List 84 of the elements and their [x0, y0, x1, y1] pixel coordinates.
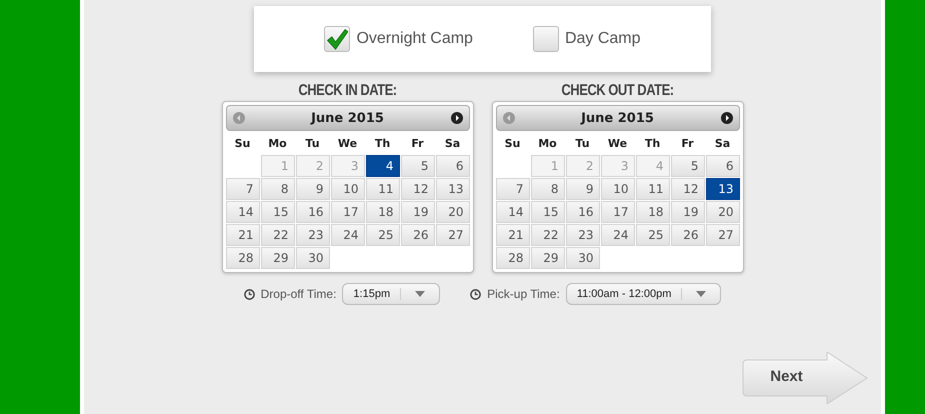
weekday-label: We	[606, 136, 628, 152]
next-month-icon[interactable]	[450, 112, 462, 124]
calendar-day[interactable]: 9	[296, 178, 330, 200]
calendar-day[interactable]: 28	[226, 247, 260, 269]
calendar-day[interactable]: 5	[400, 155, 434, 177]
calendar-day[interactable]: 14	[496, 201, 530, 223]
calendar-day[interactable]: 8	[530, 178, 564, 200]
calendar-day[interactable]: 13	[706, 178, 740, 200]
calendar-day[interactable]: 10	[600, 178, 634, 200]
time-label: Pick-up Time:	[487, 287, 560, 301]
calendar-day[interactable]: 13	[436, 178, 470, 200]
time-select[interactable]: 11:00am - 12:00pm	[566, 283, 722, 305]
calendar-day[interactable]: 18	[366, 201, 400, 223]
calendar-day[interactable]: 26	[670, 224, 704, 246]
month-title: June 2015	[581, 110, 654, 126]
weekday-label: Mo	[537, 136, 558, 152]
checkbox[interactable]	[532, 26, 559, 52]
calendar-day[interactable]: 19	[400, 201, 434, 223]
calendar-day[interactable]: 22	[260, 224, 294, 246]
calendar-day[interactable]: 29	[530, 247, 564, 269]
calendar-day[interactable]: 23	[566, 224, 600, 246]
calendar-day[interactable]: 20	[706, 201, 740, 223]
calendar-day[interactable]: 18	[636, 201, 670, 223]
weekday-label: Fr	[680, 136, 695, 152]
month-title: June 2015	[311, 110, 384, 126]
calendar-day[interactable]: 19	[670, 201, 704, 223]
weekday-label: Mo	[267, 136, 288, 152]
weekday-label: Fr	[410, 136, 425, 152]
calendar-day[interactable]: 16	[296, 201, 330, 223]
calendar-day[interactable]: 26	[400, 224, 434, 246]
weekday-label: Tu	[574, 136, 591, 152]
calendar-day[interactable]: 12	[400, 178, 434, 200]
weekday-label: Su	[234, 136, 252, 152]
weekday-label: Sa	[714, 136, 732, 152]
calendar-day[interactable]: 12	[670, 178, 704, 200]
calendar-day[interactable]: 4	[366, 155, 400, 177]
calendar-day[interactable]: 6	[436, 155, 470, 177]
calendar-day[interactable]: 10	[330, 178, 364, 200]
calendar-day[interactable]: 8	[260, 178, 294, 200]
next-month-icon[interactable]	[720, 112, 732, 124]
time-label: Drop-off Time:	[260, 287, 336, 301]
date-label: CHECK IN DATE:	[298, 80, 397, 98]
calendar-day[interactable]: 24	[330, 224, 364, 246]
calendar-day[interactable]: 25	[366, 224, 400, 246]
time-select[interactable]: 1:15pm	[342, 283, 440, 305]
calendar-day[interactable]: 21	[496, 224, 530, 246]
clock-icon	[244, 288, 255, 300]
calendar-day[interactable]: 27	[436, 224, 470, 246]
weekday-label: Th	[374, 136, 392, 152]
calendar-day[interactable]: 17	[600, 201, 634, 223]
calendar-day[interactable]: 15	[260, 201, 294, 223]
calendar-day[interactable]: 9	[566, 178, 600, 200]
calendar-day[interactable]: 7	[226, 178, 260, 200]
calendar-day[interactable]: 5	[670, 155, 704, 177]
clock-icon	[470, 288, 482, 300]
calendar-day[interactable]: 30	[566, 247, 600, 269]
calendar-day[interactable]: 7	[496, 178, 530, 200]
checkbox-label: Day Camp	[564, 30, 641, 48]
calendar-day[interactable]: 21	[226, 224, 260, 246]
calendar-day[interactable]: 29	[260, 247, 294, 269]
calendar-day[interactable]: 27	[706, 224, 740, 246]
weekday-label: Th	[644, 136, 662, 152]
checkbox-label: Overnight Camp	[356, 30, 473, 48]
calendar-day[interactable]: 14	[226, 201, 260, 223]
calendar-day[interactable]: 22	[530, 224, 564, 246]
calendar-day[interactable]: 20	[436, 201, 470, 223]
checkbox[interactable]	[324, 26, 350, 52]
checkmark-icon	[326, 28, 348, 50]
calendar-day[interactable]: 25	[636, 224, 670, 246]
calendar-day[interactable]: 6	[706, 155, 740, 177]
weekday-label: Tu	[304, 136, 321, 152]
date-label: CHECK OUT DATE:	[561, 80, 674, 98]
calendar-day[interactable]: 24	[600, 224, 634, 246]
weekday-label: We	[336, 136, 358, 152]
calendar-day[interactable]: 23	[296, 224, 330, 246]
calendar-day[interactable]: 15	[530, 201, 564, 223]
calendar-day[interactable]: 30	[296, 247, 330, 269]
calendar-day[interactable]: 16	[566, 201, 600, 223]
calendar-day[interactable]: 11	[366, 178, 400, 200]
calendar-day[interactable]: 28	[496, 247, 530, 269]
weekday-label: Su	[504, 136, 522, 152]
calendar-day[interactable]: 11	[636, 178, 670, 200]
calendar-day[interactable]: 17	[330, 201, 364, 223]
weekday-label: Sa	[444, 136, 462, 152]
